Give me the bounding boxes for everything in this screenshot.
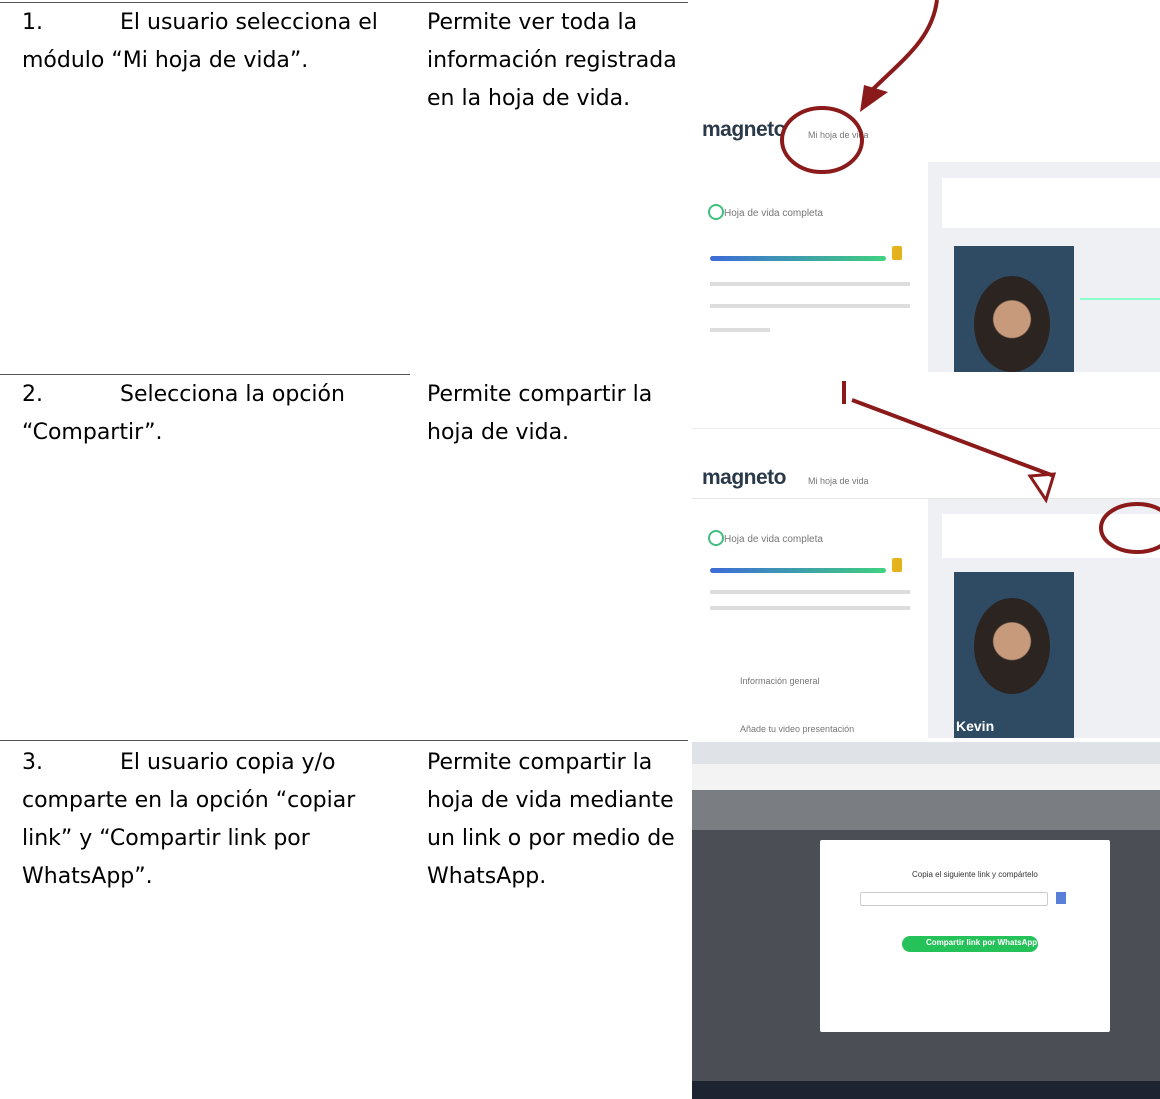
taskbar	[692, 1081, 1160, 1099]
step-2-description: Permite compartir la hoja de vida.	[427, 382, 653, 445]
step-3-description: Permite compartir la hoja de vida median…	[427, 750, 675, 889]
annotation-arrow-2	[842, 381, 1160, 554]
table-rule-top	[0, 2, 688, 3]
step-3-number: 3.	[22, 750, 43, 775]
annotation-arrow-1	[780, 0, 939, 174]
step-1-description: Permite ver toda la información registra…	[427, 10, 677, 111]
share-modal: Copia el siguiente link y compártelo Com…	[820, 840, 1110, 1032]
screenshot-1: magneto Mi hoja de vida Hoja de vida com…	[692, 0, 1160, 372]
step-1-text: 1. El usuario selecciona el módulo “Mi ho…	[22, 4, 397, 80]
step-2-text: 2. Selecciona la opción “Compartir”.	[22, 376, 397, 452]
step-2-number: 2.	[22, 382, 43, 407]
table-rule-3	[0, 740, 688, 741]
link-field[interactable]	[860, 892, 1048, 906]
table-rule-2	[0, 374, 410, 375]
screenshot-3: Copia el siguiente link y compártelo Com…	[692, 742, 1160, 1099]
step-3-text: 3. El usuario copia y/o comparte en la op…	[22, 744, 397, 896]
copy-icon[interactable]	[1056, 892, 1066, 904]
step-1-number: 1.	[22, 10, 43, 35]
whatsapp-button[interactable]: Compartir link por WhatsApp	[902, 936, 1038, 952]
modal-title: Copia el siguiente link y compártelo	[912, 870, 1038, 879]
screenshot-2: magneto Mi hoja de vida Hoja de vida com…	[692, 376, 1160, 738]
